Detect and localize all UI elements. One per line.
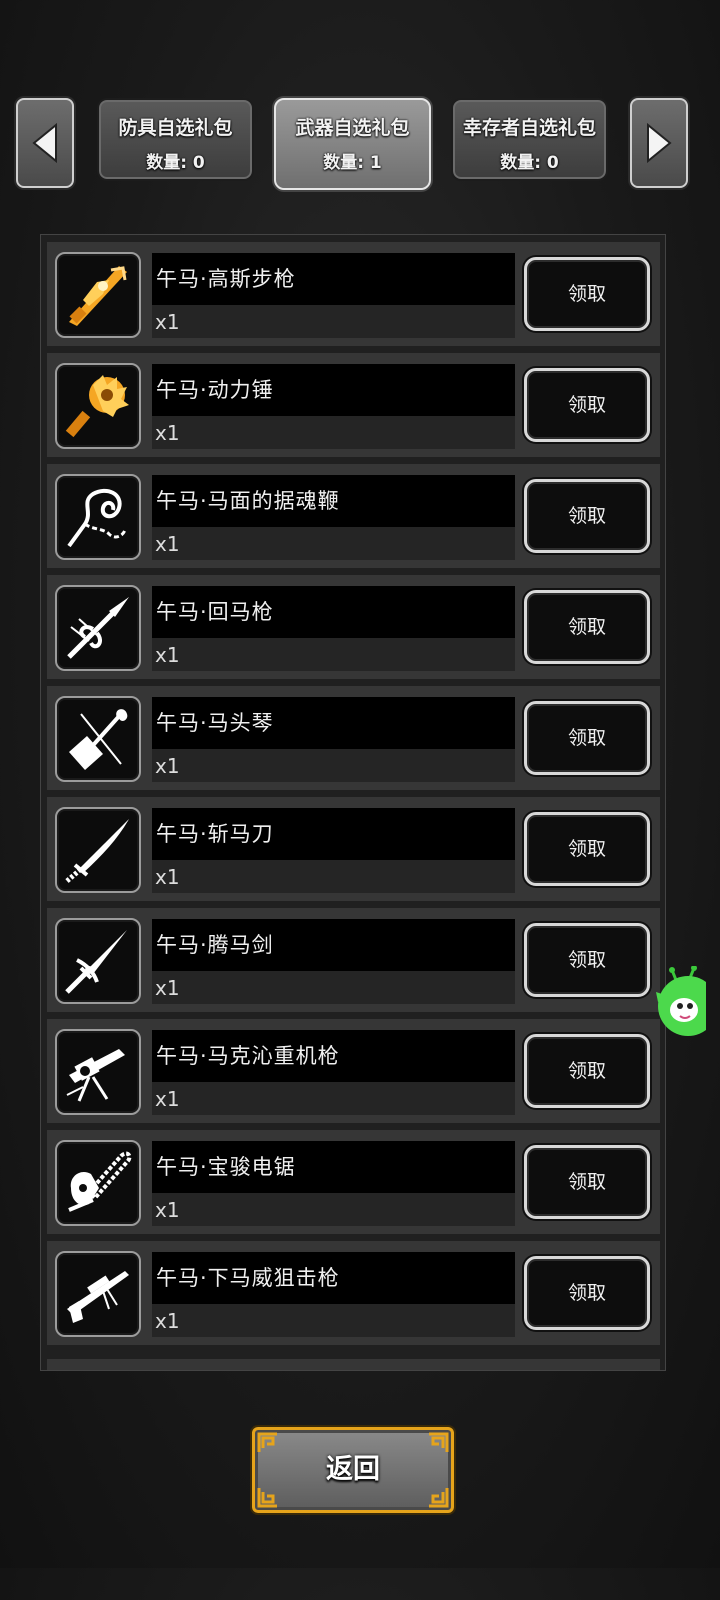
item-name: 午马·腾马剑	[156, 933, 274, 957]
item-quantity: x1	[155, 1198, 180, 1222]
horsehead-fiddle-icon	[69, 709, 128, 770]
list-item: 午马·下马威狙击枪 x1 领取	[47, 1241, 660, 1345]
tab-title: 幸存者自选礼包	[462, 117, 596, 139]
list-item: 午马·回马枪 x1 领取	[47, 575, 660, 679]
claim-button[interactable]: 领取	[524, 590, 650, 664]
back-button[interactable]: 返回	[252, 1427, 454, 1513]
item-name: 午马·动力锤	[156, 378, 274, 402]
sniper-rifle-icon	[67, 1271, 129, 1323]
item-icon-frame	[55, 474, 141, 560]
arrow-right-icon	[647, 123, 672, 163]
tab-title: 防具自选礼包	[118, 117, 233, 139]
tab-count: 数量: 1	[323, 153, 382, 173]
list-item: 午马·高斯步枪 x1 领取	[47, 242, 660, 346]
item-icon-frame	[55, 1029, 141, 1115]
claim-button[interactable]: 领取	[524, 257, 650, 331]
item-name: 午马·马面的据魂鞭	[156, 489, 340, 513]
item-name: 午马·马头琴	[156, 711, 274, 735]
tab-title: 武器自选礼包	[295, 117, 410, 139]
item-quantity: x1	[155, 421, 180, 445]
spear-icon	[67, 597, 129, 659]
gauss-rifle-icon	[69, 266, 127, 326]
item-quantity: x1	[155, 532, 180, 556]
item-quantity: x1	[155, 976, 180, 1000]
tab-armor-pack[interactable]: 防具自选礼包 数量: 0	[97, 98, 254, 181]
arrow-left-icon	[32, 123, 57, 163]
floating-assistant-icon[interactable]	[654, 966, 706, 1040]
item-name: 午马·斩马刀	[156, 822, 274, 846]
list-item: 午马·动力锤 x1 领取	[47, 353, 660, 457]
list-item	[47, 1359, 660, 1370]
item-name: 午马·马克沁重机枪	[156, 1044, 340, 1068]
item-icon-frame	[55, 918, 141, 1004]
item-icon-frame	[55, 807, 141, 893]
weapon-list[interactable]: 午马·高斯步枪 x1 领取 午马·动力锤 x1 领取 午马·马面的据魂鞭 x1 …	[40, 234, 666, 1371]
item-quantity: x1	[155, 643, 180, 667]
claim-button[interactable]: 领取	[524, 479, 650, 553]
tab-count: 数量: 0	[146, 153, 205, 173]
item-icon-frame	[55, 252, 141, 338]
item-icon-frame	[55, 363, 141, 449]
item-quantity: x1	[155, 1309, 180, 1333]
claim-button[interactable]: 领取	[524, 1256, 650, 1330]
list-item: 午马·马面的据魂鞭 x1 领取	[47, 464, 660, 568]
claim-button[interactable]: 领取	[524, 923, 650, 997]
item-quantity: x1	[155, 865, 180, 889]
item-name: 午马·高斯步枪	[156, 267, 296, 291]
list-item: 午马·腾马剑 x1 领取	[47, 908, 660, 1012]
saber-icon	[65, 819, 129, 883]
power-hammer-icon	[65, 375, 129, 438]
corner-ornament-icon	[257, 1488, 277, 1508]
tab-count: 数量: 0	[500, 153, 559, 173]
corner-ornament-icon	[429, 1432, 449, 1452]
claim-button[interactable]: 领取	[524, 701, 650, 775]
list-item: 午马·斩马刀 x1 领取	[47, 797, 660, 901]
item-icon-frame	[55, 585, 141, 671]
soul-whip-icon	[67, 488, 127, 548]
list-item: 午马·马克沁重机枪 x1 领取	[47, 1019, 660, 1123]
tab-survivor-pack[interactable]: 幸存者自选礼包 数量: 0	[451, 98, 608, 181]
corner-ornament-icon	[429, 1488, 449, 1508]
item-name: 午马·下马威狙击枪	[156, 1266, 340, 1290]
item-quantity: x1	[155, 310, 180, 334]
item-icon-frame	[55, 1140, 141, 1226]
item-name: 午马·回马枪	[156, 600, 274, 624]
next-arrow-button[interactable]	[630, 98, 688, 188]
item-name: 午马·宝骏电锯	[156, 1155, 296, 1179]
item-quantity: x1	[155, 754, 180, 778]
claim-button[interactable]: 领取	[524, 1034, 650, 1108]
corner-ornament-icon	[257, 1432, 277, 1452]
list-item: 午马·宝骏电锯 x1 领取	[47, 1130, 660, 1234]
item-quantity: x1	[155, 1087, 180, 1111]
claim-button[interactable]: 领取	[524, 1145, 650, 1219]
item-icon-frame	[55, 696, 141, 782]
prev-arrow-button[interactable]	[16, 98, 74, 188]
claim-button[interactable]: 领取	[524, 812, 650, 886]
sword-icon	[65, 930, 127, 994]
back-label: 返回	[326, 1454, 380, 1485]
tab-weapon-pack[interactable]: 武器自选礼包 数量: 1	[274, 98, 431, 190]
item-icon-frame	[55, 1251, 141, 1337]
claim-button[interactable]: 领取	[524, 368, 650, 442]
list-item: 午马·马头琴 x1 领取	[47, 686, 660, 790]
heavy-machine-gun-icon	[66, 1049, 125, 1102]
chainsaw-icon	[68, 1151, 132, 1212]
